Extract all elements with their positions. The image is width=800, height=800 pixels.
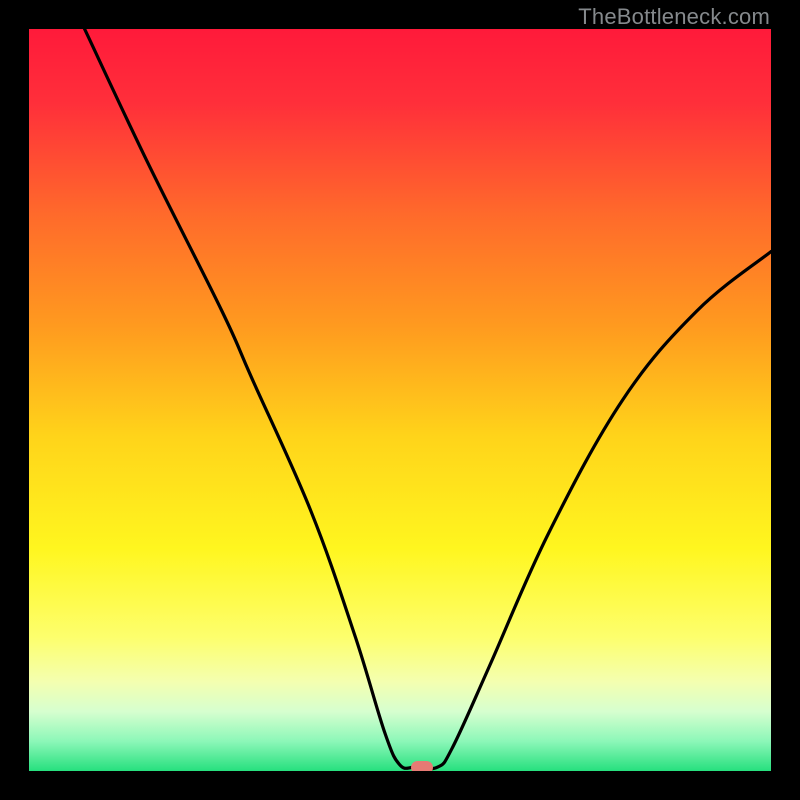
optimal-point-marker: [411, 761, 433, 771]
bottleneck-curve: [29, 29, 771, 771]
chart-frame: TheBottleneck.com: [0, 0, 800, 800]
watermark-text: TheBottleneck.com: [578, 4, 770, 30]
plot-area: [29, 29, 771, 771]
